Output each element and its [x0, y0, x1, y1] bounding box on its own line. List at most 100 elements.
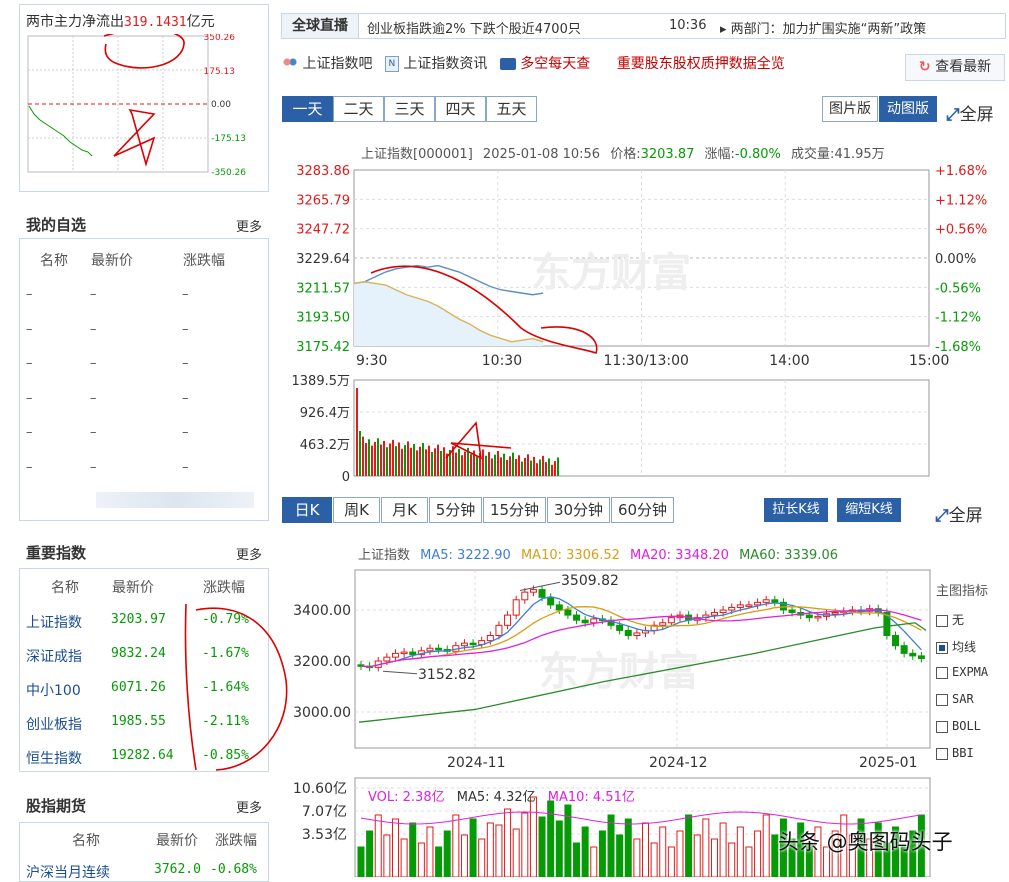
intraday-watermark: 东方财富	[531, 250, 691, 296]
candle	[590, 618, 598, 624]
index-name[interactable]: 恒生指数	[26, 748, 82, 768]
indicator-checkbox[interactable]	[936, 693, 948, 706]
vol-bar	[425, 449, 427, 476]
fullscreen-top[interactable]: ⤢全屏	[946, 100, 994, 125]
link-pledge[interactable]: 重要股东股权质押数据全览	[617, 56, 785, 72]
vol-bar	[407, 441, 409, 476]
indicator-option[interactable]: SAR	[936, 692, 988, 719]
watchlist-title: 我的自选	[26, 216, 87, 234]
vol-bar	[401, 448, 403, 476]
indicator-checkbox[interactable]	[936, 747, 948, 760]
flow-chart: 350.26 175.13 0.00 -175.13 -350.26	[27, 34, 246, 178]
credit-watermark: 头条 @奥图码头子	[778, 830, 953, 854]
volk-bar	[581, 826, 589, 877]
indicator-checkbox[interactable]	[936, 720, 948, 733]
candle	[616, 624, 624, 631]
fut-price: 3762.0	[154, 862, 201, 877]
index-name[interactable]: 中小100	[26, 680, 81, 700]
candle	[831, 612, 839, 615]
links-row: 上证指数吧 N 上证指数资讯 多空每天查 重要股东股权质押数据全览	[282, 53, 785, 73]
watch-cell: –	[182, 425, 189, 440]
day-tab[interactable]: 三天	[384, 96, 435, 122]
watch-cell: –	[90, 321, 97, 337]
intraday-ylabel: 3229.64	[296, 252, 350, 267]
intraday-ylabel: 3193.50	[296, 311, 350, 326]
futures-more-link[interactable]: 更多	[236, 797, 262, 816]
watch-cell: –	[90, 459, 97, 475]
flow-value: 319.1431	[124, 15, 187, 30]
news-time: 10:36	[669, 18, 707, 33]
view-anim-button[interactable]: 动图版	[879, 96, 937, 122]
candle	[469, 642, 477, 646]
volk-ma10: MA10: 4.51亿	[547, 790, 635, 805]
candle	[624, 629, 632, 637]
k-tab[interactable]: 30分钟	[547, 497, 610, 523]
candle	[736, 604, 744, 608]
vol-bar	[392, 439, 394, 476]
k-tab[interactable]: 5分钟	[429, 497, 482, 523]
indicator-option[interactable]: BOLL	[936, 719, 988, 746]
day-tab[interactable]: 一天	[282, 96, 333, 122]
vol-bar	[509, 456, 511, 476]
vol-bar	[377, 438, 379, 476]
candle	[460, 642, 468, 647]
volk-bar	[762, 814, 770, 877]
indicator-option[interactable]: 均线	[936, 638, 988, 665]
indicator-checkbox[interactable]	[936, 666, 948, 679]
volk-bar	[719, 822, 727, 877]
refresh-button[interactable]: ↻ 查看最新	[905, 54, 1005, 81]
vol-bar	[374, 441, 376, 476]
link-news[interactable]: 上证指数资讯	[403, 56, 487, 72]
intraday-pct: +0.56%	[935, 223, 987, 238]
fut-name[interactable]: 沪深当月连续	[26, 862, 110, 882]
vol-bar	[356, 388, 358, 476]
fullscreen-k[interactable]: ⤢全屏	[935, 501, 983, 526]
flow-tick-2: 175.13	[204, 67, 236, 77]
vol-bar	[554, 461, 556, 476]
intraday-xlabel: 14:00	[769, 353, 809, 369]
day-tab[interactable]: 四天	[435, 96, 486, 122]
day-tab[interactable]: 二天	[333, 96, 384, 122]
refresh-icon: ↻	[918, 59, 931, 75]
vol-bar	[491, 458, 493, 476]
k-tab[interactable]: 月K	[381, 497, 428, 523]
index-price: 9832.24	[111, 646, 166, 661]
shrink-k-button[interactable]: 缩短K线	[837, 498, 901, 522]
indicator-checkbox[interactable]	[936, 641, 948, 654]
watchlist-more-link[interactable]: 更多	[236, 216, 262, 235]
indicator-checkbox[interactable]	[936, 614, 948, 627]
vol-bar	[455, 452, 457, 476]
flow-label: 两市主力净流出	[26, 14, 124, 30]
fullscreen-k-label: 全屏	[948, 506, 983, 526]
day-tab[interactable]: 五天	[486, 96, 537, 122]
view-image-button[interactable]: 图片版	[822, 96, 878, 122]
news-headline[interactable]: 创业板指跌逾2% 下跌个股近4700只	[367, 18, 581, 37]
indices-more-link[interactable]: 更多	[236, 544, 262, 563]
k-tab[interactable]: 日K	[282, 497, 332, 523]
link-duokong[interactable]: 多空每天查	[520, 56, 590, 72]
candle	[710, 612, 718, 616]
indicator-option[interactable]: 无	[936, 611, 988, 638]
indicator-option[interactable]: BBI	[936, 746, 988, 773]
kline-xlabel: 2024-11	[447, 755, 506, 771]
volk-tick: 7.07亿	[302, 804, 347, 820]
candle	[909, 652, 917, 657]
volk-bar	[710, 838, 718, 877]
index-name[interactable]: 深证成指	[26, 646, 82, 666]
vol-bar	[551, 464, 553, 476]
k-tab[interactable]: 周K	[333, 497, 380, 523]
index-name[interactable]: 创业板指	[26, 714, 82, 734]
index-name[interactable]: 上证指数	[26, 612, 82, 632]
k-tab[interactable]: 15分钟	[483, 497, 546, 523]
candle	[547, 596, 555, 606]
intraday-ylabel: 3247.72	[296, 223, 350, 238]
indicator-option[interactable]: EXPMA	[936, 665, 988, 692]
candle	[495, 624, 503, 637]
news-headline-2[interactable]: ▸ 两部门：加力扩围实施“两新”政策	[720, 18, 926, 37]
flow-tick-3: 0.00	[211, 100, 231, 110]
candle	[719, 609, 727, 614]
vol-bar	[515, 458, 517, 476]
link-guba[interactable]: 上证指数吧	[302, 56, 372, 72]
k-tab[interactable]: 60分钟	[611, 497, 674, 523]
stretch-k-button[interactable]: 拉长K线	[764, 498, 828, 522]
